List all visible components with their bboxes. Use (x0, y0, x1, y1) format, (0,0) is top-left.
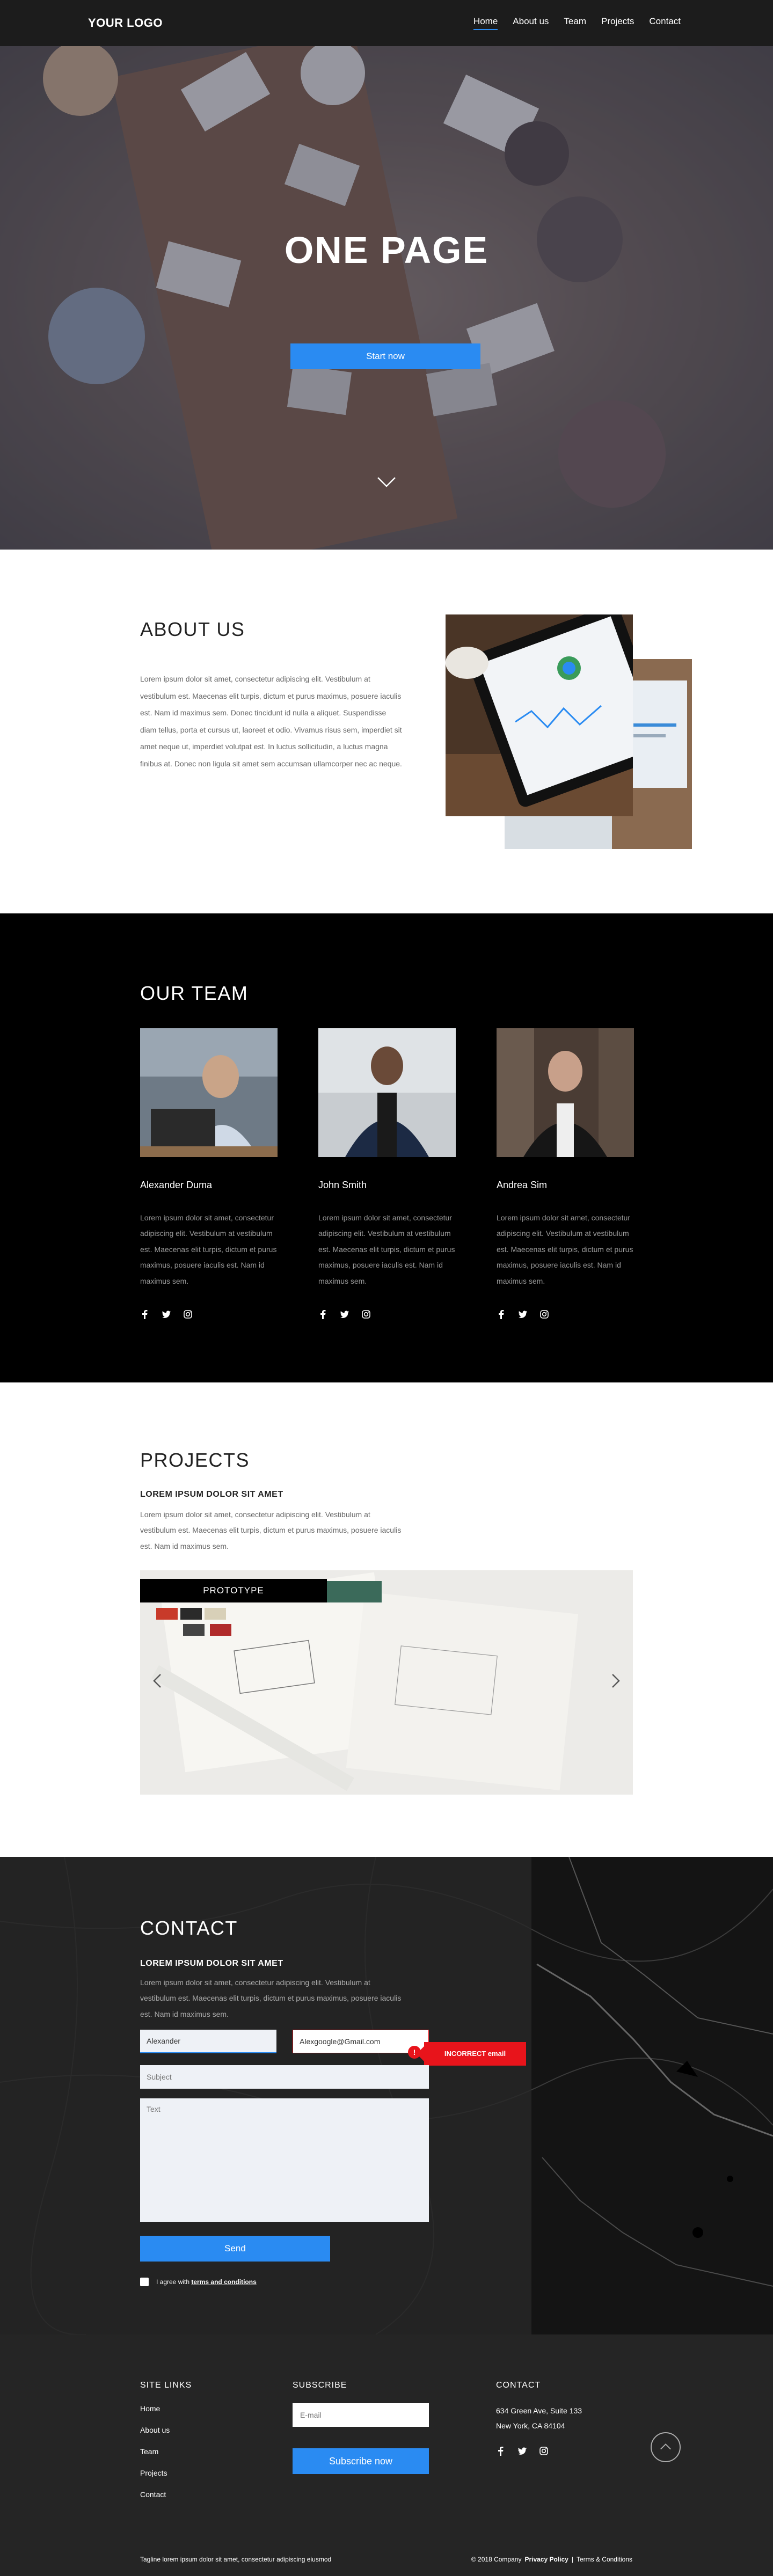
twitter-icon[interactable] (518, 1309, 528, 1319)
legal-links: © 2018 Company Privacy Policy | Terms & … (471, 2556, 632, 2563)
nav-link-home[interactable]: Home (473, 16, 498, 30)
footer-contact-title: CONTACT (496, 2381, 541, 2390)
footer-link-team[interactable]: Team (140, 2447, 158, 2456)
team-member-card: John Smith Lorem ipsum dolor sit amet, c… (318, 1028, 456, 1319)
facebook-icon[interactable] (496, 2446, 506, 2456)
member-bio: Lorem ipsum dolor sit amet, consectetur … (497, 1213, 633, 1285)
start-now-button[interactable]: Start now (290, 343, 480, 369)
projects-subtitle: LOREM IPSUM DOLOR SIT AMET (140, 1490, 283, 1499)
team-member-card: Andrea Sim Lorem ipsum dolor sit amet, c… (497, 1028, 634, 1319)
hero-section: ONE PAGE Start now (0, 46, 773, 550)
member-socials (497, 1309, 634, 1319)
error-message: INCORRECT email (417, 2042, 526, 2066)
member-name: Andrea Sim (497, 1180, 548, 1190)
nav-link-contact[interactable]: Contact (649, 16, 681, 30)
facebook-icon[interactable] (318, 1309, 328, 1319)
chevron-left-icon[interactable] (150, 1670, 166, 1692)
footer-link-projects[interactable]: Projects (140, 2469, 167, 2477)
footer-socials (496, 2446, 549, 2456)
about-title: ABOUT US (140, 618, 245, 640)
member-socials (140, 1309, 278, 1319)
facebook-icon[interactable] (140, 1309, 150, 1319)
terms-agreement: I agree with terms and conditions (140, 2278, 257, 2286)
site-links-title: SITE LINKS (140, 2381, 192, 2390)
footer: SITE LINKS Home About us Team Projects C… (0, 2334, 773, 2576)
projects-title: PROJECTS (140, 1449, 250, 1471)
terms-label: I agree with (156, 2278, 190, 2286)
nav-links: Home About us Team Projects Contact (473, 16, 681, 30)
projects-text: Lorem ipsum dolor sit amet, consectetur … (140, 1510, 402, 1550)
member-name: John Smith (318, 1180, 367, 1190)
member-photo (497, 1028, 634, 1157)
contact-panel (0, 1857, 531, 2334)
nav-link-projects[interactable]: Projects (601, 16, 634, 30)
address-line-2: New York, CA 84104 (496, 2421, 565, 2430)
member-bio: Lorem ipsum dolor sit amet, consectetur … (318, 1213, 455, 1285)
instagram-icon[interactable] (539, 1309, 549, 1319)
slide-tag: PROTOTYPE (140, 1579, 327, 1602)
facebook-icon[interactable] (497, 1309, 506, 1319)
about-text: Lorem ipsum dolor sit amet, consectetur … (140, 675, 402, 768)
address-line-1: 634 Green Ave, Suite 133 (496, 2406, 582, 2415)
contact-subtitle: LOREM IPSUM DOLOR SIT AMET (140, 1959, 283, 1968)
subject-field[interactable] (140, 2065, 429, 2089)
nav-link-about[interactable]: About us (513, 16, 549, 30)
about-image-tablet (446, 614, 633, 816)
subscribe-title: SUBSCRIBE (293, 2381, 347, 2390)
logo[interactable]: YOUR LOGO (88, 16, 163, 30)
terms-checkbox[interactable] (140, 2278, 149, 2286)
top-navbar: YOUR LOGO Home About us Team Projects Co… (0, 0, 773, 46)
twitter-icon[interactable] (162, 1309, 171, 1319)
contact-section: CONTACT LOREM IPSUM DOLOR SIT AMET Lorem… (0, 1857, 773, 2334)
member-name: Alexander Duma (140, 1180, 213, 1190)
send-button[interactable]: Send (140, 2236, 330, 2262)
message-textarea[interactable] (140, 2098, 429, 2222)
twitter-icon[interactable] (340, 1309, 349, 1319)
team-section: OUR TEAM Alexander Duma Lorem ipsum dolo… (0, 913, 773, 1382)
member-socials (318, 1309, 456, 1319)
slide-image (140, 1570, 633, 1795)
footer-link-about[interactable]: About us (140, 2426, 170, 2434)
subscribe-button[interactable]: Subscribe now (293, 2448, 429, 2474)
instagram-icon[interactable] (361, 1309, 371, 1319)
twitter-icon[interactable] (517, 2446, 527, 2456)
team-member-card: Alexander Duma Lorem ipsum dolor sit ame… (140, 1028, 278, 1319)
address: 634 Green Ave, Suite 133 New York, CA 84… (496, 2403, 582, 2433)
team-title: OUR TEAM (140, 982, 249, 1004)
member-bio: Lorem ipsum dolor sit amet, consectetur … (140, 1213, 277, 1285)
contact-text: Lorem ipsum dolor sit amet, consectetur … (140, 1978, 402, 2018)
chevron-right-icon[interactable] (607, 1670, 623, 1692)
member-photo (140, 1028, 278, 1157)
footer-link-contact[interactable]: Contact (140, 2490, 166, 2499)
footer-link-home[interactable]: Home (140, 2404, 160, 2413)
hero-overlay (0, 46, 773, 550)
legal-separator: | (571, 2556, 573, 2563)
nav-link-team[interactable]: Team (564, 16, 586, 30)
hero-title: ONE PAGE (284, 229, 489, 271)
tagline: Tagline lorem ipsum dolor sit amet, cons… (140, 2556, 332, 2563)
instagram-icon[interactable] (183, 1309, 193, 1319)
chevron-down-icon[interactable] (376, 475, 397, 488)
name-field[interactable] (140, 2030, 276, 2053)
privacy-policy-link[interactable]: Privacy Policy (524, 2556, 568, 2563)
chevron-up-icon[interactable] (651, 2432, 681, 2462)
contact-title: CONTACT (140, 1917, 238, 1939)
terms-link[interactable]: terms and conditions (191, 2278, 256, 2286)
projects-slider[interactable]: PROTOTYPE (140, 1570, 633, 1795)
copyright: © 2018 Company (471, 2556, 522, 2563)
terms-conditions-link[interactable]: Terms & Conditions (577, 2556, 632, 2563)
subscribe-email-input[interactable] (293, 2403, 429, 2427)
instagram-icon[interactable] (539, 2446, 549, 2456)
member-photo (318, 1028, 456, 1157)
